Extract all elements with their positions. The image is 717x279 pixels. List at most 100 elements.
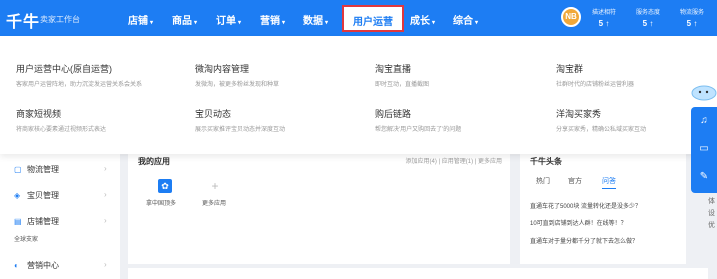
nav-data[interactable]: 数据 ▾ <box>303 12 328 27</box>
user-operations-dropdown: 用户运营中心(原自运营) 客家用户运营阵地，助力沉淀发运营关系会关系 微淘内容管… <box>0 36 717 154</box>
menu-user-ops-center[interactable]: 用户运营中心(原自运营) 客家用户运营阵地，助力沉淀发运营关系会关系 <box>16 62 142 88</box>
nav-label: 数据 <box>303 16 323 27</box>
app-icon[interactable]: ✿ <box>158 179 172 193</box>
headline-link[interactable]: 直通车对于量分都千分了就下去怎么做？ <box>530 236 638 245</box>
nav-general[interactable]: 综合 ▾ <box>453 12 478 27</box>
sidebar-item-store[interactable]: ▤ 店铺管理 <box>14 216 59 227</box>
chevron-down-icon: ▾ <box>238 20 242 26</box>
menu-item-desc: 将商家核心要素通过视频形式表达 <box>16 127 107 133</box>
nav-marketing[interactable]: 营销 ▾ <box>260 12 285 27</box>
stat-value: 5 ↑ <box>642 19 654 28</box>
sidebar-item-label: 营销中心 <box>27 261 59 270</box>
menu-item-title: 宝贝动态 <box>195 109 232 119</box>
stat-value: 5 ↑ <box>598 19 610 28</box>
tab-qa[interactable]: 问答 <box>602 176 616 189</box>
app-label[interactable]: 拿中国顶多 <box>146 198 176 207</box>
menu-taobao-group[interactable]: 淘宝群 社群时代的店铺粉丝运营利器 <box>556 62 634 88</box>
menu-weitao-content[interactable]: 微淘内容管理 发微淘，被更多粉丝发现和种草 <box>195 62 279 88</box>
menu-item-desc: 社群时代的店铺粉丝运营利器 <box>556 82 635 88</box>
menu-item-desc: 帮您解决'用户又购回去了'的问题 <box>375 127 462 133</box>
cloud-mascot-icon[interactable] <box>690 82 717 102</box>
chat-icon[interactable]: ▭ <box>691 135 717 163</box>
apps-title: 我的应用 <box>138 157 170 166</box>
sidebar-sub-link[interactable]: 全球支家 <box>14 234 38 243</box>
nav-growth[interactable]: 成长 ▾ <box>410 12 435 27</box>
sidebar-item-logistics[interactable]: ▢ 物流管理 <box>14 164 59 175</box>
shop-icon: ▤ <box>14 217 22 226</box>
stat-label: 描述相符 <box>591 10 616 16</box>
menu-item-updates[interactable]: 宝贝动态 展示买家推评宝贝动态并深度互动 <box>195 107 285 133</box>
bottom-panel <box>128 268 708 279</box>
stat-label: 物流服务 <box>679 10 704 16</box>
headlines-panel: 千牛头条 热门 官方 问答 直通车花了5000块 流量转化还是没多少？ 10可直… <box>520 154 686 264</box>
chevron-right-icon: › <box>104 164 107 173</box>
stat-value: 5 ↑ <box>686 19 698 28</box>
qianniu-logo[interactable]: 千牛 <box>6 8 40 32</box>
headlines-title: 千牛头条 <box>530 157 562 166</box>
nav-label: 综合 <box>453 16 473 27</box>
stat-service[interactable]: 服务态度 5 ↑ <box>628 7 668 28</box>
plus-icon[interactable]: + <box>208 179 222 193</box>
chevron-right-icon: › <box>104 190 107 199</box>
stat-description[interactable]: 描述相符 5 ↑ <box>584 7 624 28</box>
nav-user-operations[interactable]: 用户运营^ <box>342 5 404 41</box>
stat-logistics[interactable]: 物流服务 5 ↑ <box>672 7 712 28</box>
chevron-right-icon: › <box>104 260 107 269</box>
chevron-down-icon: ▾ <box>282 20 286 26</box>
menu-short-video[interactable]: 商家短视频 将商家核心要素通过视频形式表达 <box>16 107 106 133</box>
chevron-down-icon: ▾ <box>432 20 436 26</box>
chevron-down-icon: ▾ <box>150 20 154 26</box>
edge-text: 体 <box>708 198 715 205</box>
menu-item-desc: 发微淘，被更多粉丝发现和种草 <box>195 82 280 88</box>
user-avatar[interactable]: NB <box>561 7 581 27</box>
logo-subtitle: 卖家工作台 <box>40 15 80 24</box>
tab-hot[interactable]: 热门 <box>536 176 550 186</box>
menu-buyer-show[interactable]: 洋淘买家秀 分享买家秀，精确公私域买家互动 <box>556 107 646 133</box>
chevron-down-icon: ▾ <box>475 20 479 26</box>
nav-label: 用户运营 <box>353 17 393 28</box>
sidebar-item-label: 店铺管理 <box>27 217 59 226</box>
menu-taobao-live[interactable]: 淘宝直播 即时互动，直播截图 <box>375 62 429 88</box>
edge-text: 优 <box>708 222 715 229</box>
stat-label: 服务态度 <box>635 10 660 16</box>
top-nav-bar: 千牛 卖家工作台 店铺▾ 商品▾ 订单▾ 营销▾ 数据▾ 用户运营^ 成长▾ 综… <box>0 0 717 41</box>
nav-label: 商品 <box>172 16 192 27</box>
tab-official[interactable]: 官方 <box>568 176 582 186</box>
sidebar-item-marketing[interactable]: ◐ 营销中心 <box>14 260 59 271</box>
tools-icon[interactable]: ✎ <box>691 163 717 191</box>
truck-icon: ▢ <box>14 165 22 174</box>
chevron-down-icon: ▾ <box>194 20 198 26</box>
nav-products[interactable]: 商品 ▾ <box>172 12 197 27</box>
menu-item-title: 洋淘买家秀 <box>556 109 602 119</box>
left-sidebar: ▢ 物流管理 › ◈ 宝贝管理 › ▤ 店铺管理 › 全球支家 ◐ 营销中心 › <box>0 154 120 279</box>
more-apps-label[interactable]: 更多应用 <box>202 198 226 207</box>
menu-item-desc: 即时互动，直播截图 <box>375 82 430 88</box>
menu-item-title: 淘宝直播 <box>375 64 412 74</box>
menu-item-title: 用户运营中心(原自运营) <box>16 64 112 74</box>
menu-post-purchase[interactable]: 购后链路 帮您解决'用户又购回去了'的问题 <box>375 107 461 133</box>
sidebar-item-label: 宝贝管理 <box>27 191 59 200</box>
menu-item-title: 淘宝群 <box>556 64 584 74</box>
chevron-right-icon: › <box>104 216 107 225</box>
bell-icon[interactable]: ♫ <box>691 107 717 135</box>
apps-links[interactable]: 添加应用(4) | 应用管理(1) | 更多应用 <box>406 156 502 165</box>
nav-store[interactable]: 店铺 ▾ <box>128 12 153 27</box>
menu-item-title: 商家短视频 <box>16 109 62 119</box>
my-apps-panel: 我的应用 添加应用(4) | 应用管理(1) | 更多应用 ✿ 拿中国顶多 + … <box>128 154 510 264</box>
nav-label: 营销 <box>260 16 280 27</box>
menu-item-desc: 展示买家推评宝贝动态并深度互动 <box>195 127 286 133</box>
edge-text: 设 <box>708 210 715 217</box>
menu-item-title: 购后链路 <box>375 109 412 119</box>
headline-link[interactable]: 直通车花了5000块 流量转化还是没多少？ <box>530 201 641 210</box>
marketing-icon: ◐ <box>14 261 19 270</box>
menu-item-title: 微淘内容管理 <box>195 64 250 74</box>
floating-toolbar: ♫ ▭ ✎ <box>691 107 717 193</box>
menu-item-desc: 客家用户运营阵地，助力沉淀发运营关系会关系 <box>16 82 143 88</box>
nav-orders[interactable]: 订单 ▾ <box>216 12 241 27</box>
sidebar-item-products[interactable]: ◈ 宝贝管理 <box>14 190 59 201</box>
nav-label: 订单 <box>216 16 236 27</box>
box-icon: ◈ <box>14 191 21 200</box>
headline-link[interactable]: 10可直到店铺到达人群！在线等！？ <box>530 218 627 227</box>
chevron-down-icon: ▾ <box>325 20 329 26</box>
nav-label: 店铺 <box>128 16 148 27</box>
